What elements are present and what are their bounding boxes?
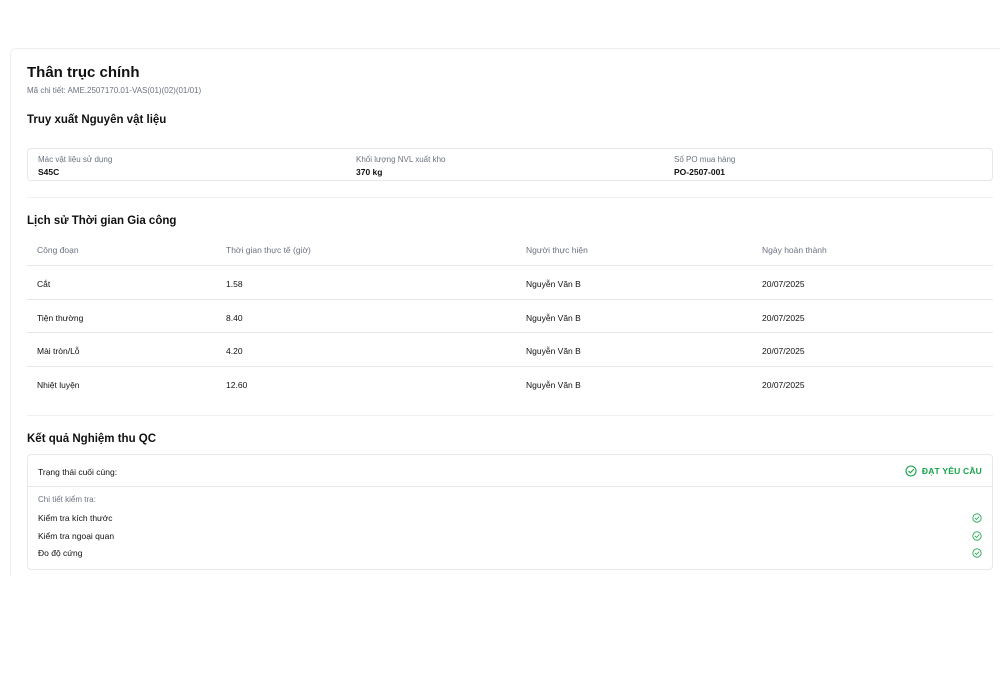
processing-table: Công đoạn Thời gian thực tế (giờ) Người … <box>27 233 993 400</box>
section-divider <box>27 197 993 198</box>
cell-hours: 4.20 <box>226 346 243 356</box>
cell-hours: 8.40 <box>226 312 243 323</box>
page-title: Thân trục chính <box>27 64 140 81</box>
cell-hours: 1.58 <box>226 279 243 289</box>
cell-date: 20/07/2025 <box>762 312 805 323</box>
cell-date: 20/07/2025 <box>762 346 805 356</box>
processing-section-title: Lịch sử Thời gian Gia công <box>27 215 177 227</box>
check-circle-icon <box>972 531 982 541</box>
material-grade-value: S45C <box>38 167 60 177</box>
qc-check-item: Kiểm tra kích thước <box>38 513 113 523</box>
column-header-date: Ngày hoàn thành <box>762 245 827 255</box>
cell-step: Nhiệt luyện <box>37 379 80 390</box>
column-header-hours: Thời gian thực tế (giờ) <box>226 245 311 255</box>
column-header-operator: Người thực hiện <box>526 245 588 255</box>
cell-hours: 12.60 <box>226 379 248 390</box>
qc-box: Trạng thái cuối cùng: ĐẠT YÊU CẦU Chi ti… <box>27 454 993 570</box>
qc-status-label: Trạng thái cuối cùng: <box>38 467 118 477</box>
cell-operator: Nguyễn Văn B <box>526 346 581 356</box>
table-header: Công đoạn Thời gian thực tế (giờ) Người … <box>27 233 993 266</box>
check-circle-icon <box>972 513 982 523</box>
cell-step: Mài tròn/Lỗ <box>37 346 80 356</box>
cell-step: Cắt <box>37 279 51 289</box>
purchase-order-label: Số PO mua hàng <box>674 155 736 164</box>
cell-step: Tiện thường <box>37 312 84 323</box>
purchase-order-value: PO-2507-001 <box>674 167 726 177</box>
check-circle-icon <box>905 465 917 477</box>
qc-separator <box>28 486 992 487</box>
qc-check-item: Kiểm tra ngoại quan <box>38 531 115 541</box>
material-weight-value: 370 kg <box>356 167 383 177</box>
column-header-step: Công đoạn <box>37 245 79 255</box>
table-row: Nhiệt luyện 12.60 Nguyễn Văn B 20/07/202… <box>27 367 993 401</box>
cell-operator: Nguyễn Văn B <box>526 312 581 323</box>
detail-card: Thân trục chính Mã chi tiết: AME.2507170… <box>10 48 1000 576</box>
qc-check-item: Đo độ cứng <box>38 548 83 558</box>
qc-section-title: Kết quả Nghiệm thu QC <box>27 433 157 445</box>
materials-section-title: Truy xuất Nguyên vật liệu <box>27 114 167 126</box>
cell-operator: Nguyễn Văn B <box>526 279 581 289</box>
cell-operator: Nguyễn Văn B <box>526 379 581 390</box>
table-row: Cắt 1.58 Nguyễn Văn B 20/07/2025 <box>27 266 993 300</box>
table-row: Tiện thường 8.40 Nguyễn Văn B 20/07/2025 <box>27 300 993 333</box>
section-divider <box>27 415 993 416</box>
qc-detail-label: Chi tiết kiểm tra: <box>38 495 96 504</box>
materials-box: Mác vật liệu sử dụng S45C Khối lượng NVL… <box>27 148 993 181</box>
status-badge: ĐẠT YÊU CẦU <box>905 465 982 477</box>
material-grade-label: Mác vật liệu sử dụng <box>38 155 113 164</box>
table-row: Mài tròn/Lỗ 4.20 Nguyễn Văn B 20/07/2025 <box>27 333 993 367</box>
qc-status-value: ĐẠT YÊU CẦU <box>921 466 982 476</box>
part-code: Mã chi tiết: AME.2507170.01-VAS(01)(02)(… <box>27 86 202 95</box>
material-weight-label: Khối lượng NVL xuất kho <box>356 155 446 164</box>
cell-date: 20/07/2025 <box>762 379 805 390</box>
cell-date: 20/07/2025 <box>762 279 805 289</box>
check-circle-icon <box>972 548 982 558</box>
